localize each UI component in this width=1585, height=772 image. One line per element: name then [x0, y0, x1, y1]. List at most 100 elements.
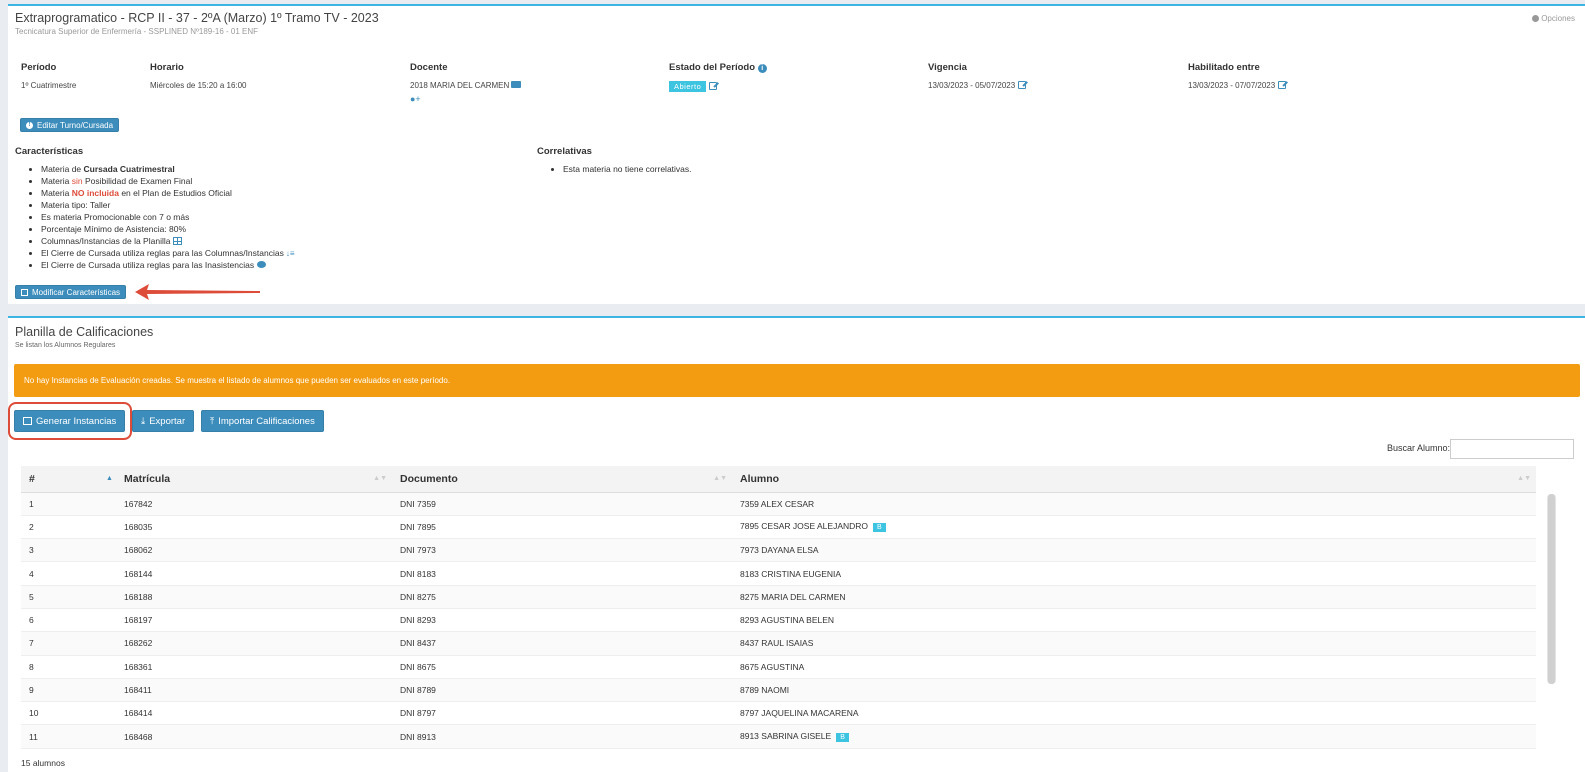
user-plus-icon[interactable]: ●+: [410, 94, 521, 104]
edit-icon: [21, 288, 28, 296]
page-subtitle: Tecnicatura Superior de Enfermería - SSP…: [15, 27, 259, 36]
table-row[interactable]: 5 168188 DNI 8275 8275 MARIA DEL CARMEN: [21, 585, 1536, 609]
horario-value: Miércoles de 15:20 a 16:00: [150, 81, 247, 90]
horario-label: Horario: [150, 62, 184, 73]
cell-alumno: 8293 AGUSTINA BELEN: [732, 608, 1536, 633]
student-count: 15 alumnos: [21, 758, 65, 768]
caracteristicas-heading: Características: [15, 146, 84, 157]
info-habilitado: Habilitado entre 13/03/2023 - 07/07/2023: [1188, 62, 1287, 90]
cell-documento: DNI 8675: [392, 655, 732, 679]
cell-documento: DNI 7973: [392, 538, 732, 563]
search-label: Buscar Alumno:: [1386, 443, 1450, 453]
table-row[interactable]: 9 168411 DNI 8789 8789 NAOMI: [21, 678, 1536, 703]
edit-icon[interactable]: [1278, 81, 1287, 89]
cell-number: 8: [21, 655, 116, 679]
cell-matricula: 168144: [116, 561, 392, 586]
importar-button[interactable]: ⤒ Importar Calificaciones: [201, 410, 324, 432]
col-header-documento[interactable]: Documento ▲▼: [392, 466, 732, 493]
scrollbar-thumb[interactable]: [1548, 494, 1555, 684]
cell-documento: DNI 7359: [392, 492, 732, 516]
info-docente: Docente 2018 MARIA DEL CARMEN ●+: [410, 62, 522, 104]
table-row[interactable]: 6 168197 DNI 8293 8293 AGUSTINA BELEN: [21, 608, 1536, 633]
info-vigencia: Vigencia 13/03/2023 - 05/07/2023: [928, 62, 1027, 90]
cell-documento: DNI 8913: [392, 724, 732, 749]
list-item: El Cierre de Cursada utiliza reglas para…: [41, 247, 295, 259]
cell-number: 2: [21, 515, 116, 540]
col-header-number[interactable]: # ▲: [21, 466, 116, 493]
table-row[interactable]: 7 168262 DNI 8437 8437 RAUL ISAIAS: [21, 631, 1536, 656]
caracteristicas-list: Materia de Cursada Cuatrimestral Materia…: [15, 163, 295, 271]
cell-alumno: 8913 SABRINA GISELE B: [732, 724, 1536, 749]
cell-documento: DNI 8293: [392, 608, 732, 633]
comment-icon[interactable]: [257, 261, 267, 268]
cell-number: 1: [21, 492, 116, 516]
cell-matricula: 168188: [116, 585, 392, 609]
cell-number: 9: [21, 678, 116, 703]
cell-alumno: 7359 ALEX CESAR: [732, 492, 1536, 516]
cell-documento: DNI 8789: [392, 678, 732, 703]
student-badge: B: [873, 523, 886, 533]
id-card-icon[interactable]: [511, 81, 522, 88]
table-row[interactable]: 10 168414 DNI 8797 8797 JAQUELINA MACARENA: [21, 701, 1536, 726]
warning-alert: No hay Instancias de Evaluación creadas.…: [14, 364, 1580, 397]
generar-instancias-button[interactable]: Generar Instancias: [14, 410, 126, 432]
cell-alumno: 8437 RAUL ISAIAS: [732, 631, 1536, 656]
options-label: Opciones: [1541, 14, 1575, 23]
cell-alumno: 8789 NAOMI: [732, 678, 1536, 703]
table-row[interactable]: 1 167842 DNI 7359 7359 ALEX CESAR: [21, 492, 1536, 516]
edit-icon[interactable]: [1018, 81, 1027, 89]
exportar-button[interactable]: ⤓ Exportar: [132, 410, 195, 432]
cell-number: 4: [21, 561, 116, 586]
periodo-label: Período: [21, 62, 57, 73]
table-scrollbar[interactable]: [1547, 494, 1556, 684]
sort-numeric-icon[interactable]: ↓≡: [286, 248, 295, 260]
cell-documento: DNI 7895: [392, 515, 732, 540]
planilla-title: Planilla de Calificaciones: [15, 325, 154, 339]
page-title: Extraprogramatico - RCP II - 37 - 2ºA (M…: [15, 11, 379, 25]
cell-alumno: 8797 JAQUELINA MACARENA: [732, 701, 1536, 726]
sort-icon: ▲▼: [373, 475, 387, 482]
download-icon: ⤓: [141, 415, 146, 427]
options-link[interactable]: Opciones: [1532, 14, 1575, 23]
planilla-panel: Planilla de Calificaciones Se listan los…: [8, 316, 1585, 772]
habilitado-label: Habilitado entre: [1188, 62, 1260, 73]
cell-alumno: 8183 CRISTINA EUGENIA: [732, 561, 1536, 586]
vigencia-value: 13/03/2023 - 05/07/2023: [928, 81, 1016, 90]
annotation-arrow: [135, 284, 260, 300]
edit-icon[interactable]: [709, 82, 718, 90]
col-header-matricula[interactable]: Matrícula ▲▼: [116, 466, 392, 493]
info-icon: !: [26, 121, 33, 129]
table-row[interactable]: 4 168144 DNI 8183 8183 CRISTINA EUGENIA: [21, 561, 1536, 586]
upload-icon: ⤒: [210, 415, 215, 427]
list-item: Materia NO incluida en el Plan de Estudi…: [41, 187, 295, 199]
cell-matricula: 168197: [116, 608, 392, 633]
table-row[interactable]: 2 168035 DNI 7895 7895 CESAR JOSE ALEJANDRO…: [21, 515, 1536, 540]
cell-matricula: 167842: [116, 492, 392, 516]
modificar-caracteristicas-button[interactable]: Modificar Características: [15, 285, 127, 299]
exportar-label: Exportar: [149, 415, 186, 427]
cell-alumno: 8675 AGUSTINA: [732, 655, 1536, 679]
table-row[interactable]: 8 168361 DNI 8675 8675 AGUSTINA: [21, 655, 1536, 679]
cell-documento: DNI 8275: [392, 585, 732, 609]
search-input[interactable]: [1450, 439, 1574, 459]
cell-number: 7: [21, 631, 116, 656]
info-icon[interactable]: i: [757, 64, 767, 73]
cell-number: 11: [21, 724, 116, 749]
modificar-label: Modificar Características: [32, 287, 121, 297]
cell-documento: DNI 8797: [392, 701, 732, 726]
correlativas-heading: Correlativas: [537, 146, 592, 157]
list-item: Columnas/Instancias de la Planilla: [41, 235, 295, 247]
col-header-alumno[interactable]: Alumno ▲▼: [732, 466, 1536, 493]
cell-matricula: 168262: [116, 631, 392, 656]
importar-label: Importar Calificaciones: [218, 415, 315, 427]
table-row[interactable]: 3 168062 DNI 7973 7973 DAYANA ELSA: [21, 538, 1536, 563]
table-icon[interactable]: [173, 237, 183, 245]
cell-alumno: 7895 CESAR JOSE ALEJANDRO B: [732, 515, 1536, 540]
list-item: El Cierre de Cursada utiliza reglas para…: [41, 259, 295, 271]
table-row[interactable]: 11 168468 DNI 8913 8913 SABRINA GISELE B: [21, 724, 1536, 749]
table-header-row: # ▲ Matrícula ▲▼ Documento ▲▼ Alumno ▲▼: [21, 466, 1536, 493]
status-badge: Abierto: [669, 81, 707, 92]
editar-turno-label: Editar Turno/Cursada: [37, 120, 114, 130]
generar-label: Generar Instancias: [36, 415, 117, 427]
editar-turno-button[interactable]: ! Editar Turno/Cursada: [20, 118, 120, 132]
